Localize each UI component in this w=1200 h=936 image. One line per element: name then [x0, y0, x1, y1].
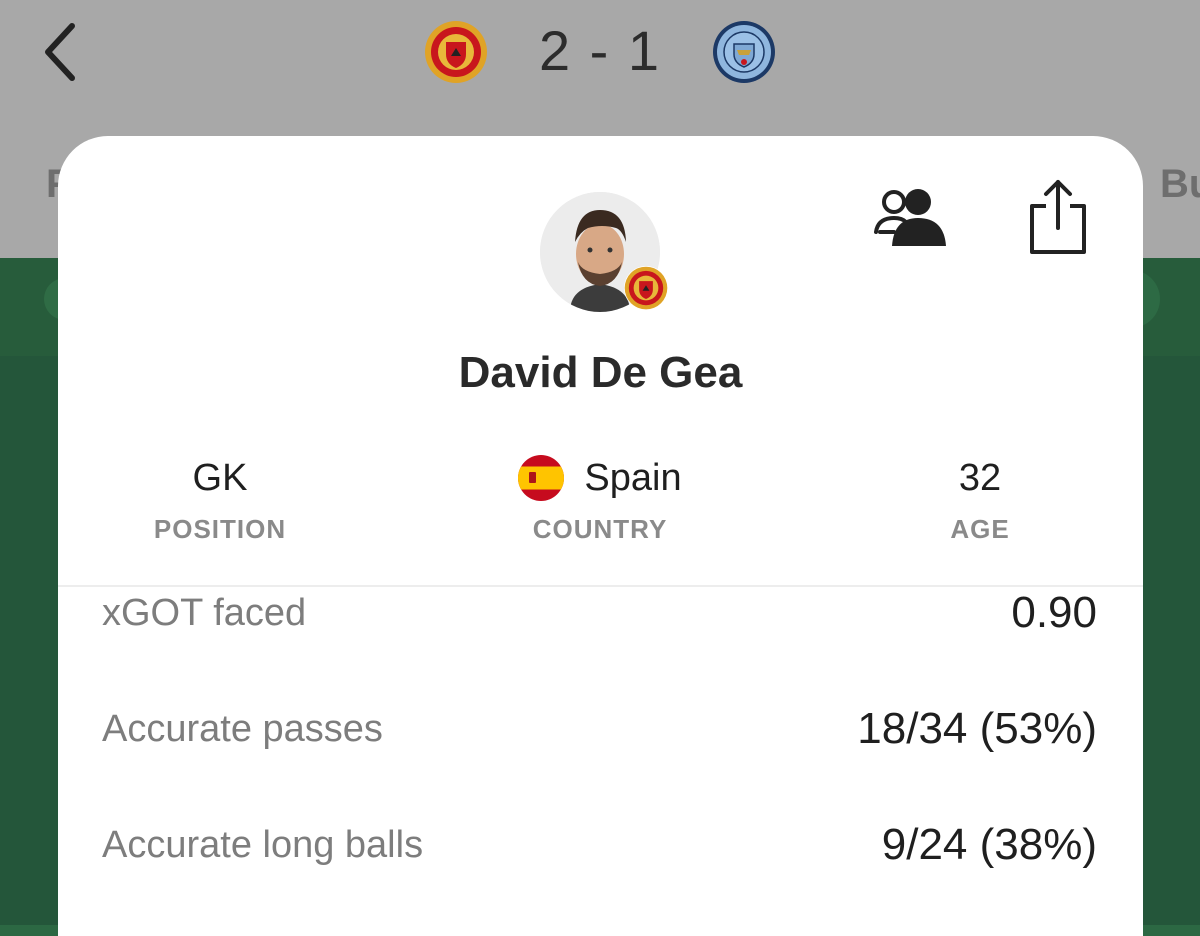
stat-label: xGOT faced [102, 591, 307, 634]
country-value-row: Spain [470, 454, 730, 502]
compare-players-button[interactable] [872, 186, 948, 250]
stat-value: 0.90 [1011, 588, 1097, 637]
background-tab-right: Bu [1160, 162, 1200, 206]
match-score: 2 - 1 [538, 19, 662, 82]
stat-row: Accurate passes 18/34 (53%) [102, 704, 1097, 754]
country-label: COUNTRY [532, 514, 668, 544]
position-label: POSITION [153, 514, 287, 544]
manchester-city-crest-icon [713, 21, 775, 83]
away-team-crest[interactable] [712, 20, 776, 84]
spain-flag-icon [518, 455, 565, 501]
stat-value: 18/34 (53%) [857, 704, 1097, 753]
share-button[interactable] [1026, 178, 1090, 256]
player-detail-sheet: David De Gea GK POSITION Spain COUNTRY 3… [58, 136, 1143, 936]
age-value: 32 [958, 457, 1002, 499]
people-compare-icon [874, 189, 946, 246]
stat-row: Accurate long balls 9/24 (38%) [102, 820, 1097, 870]
country-info: Spain COUNTRY [470, 454, 730, 545]
manchester-united-crest-icon [624, 266, 668, 310]
manchester-united-crest-icon [425, 21, 487, 83]
age-info: 32 AGE [850, 454, 1110, 545]
position-info: GK POSITION [90, 454, 350, 545]
team-badge [624, 266, 668, 310]
position-value: GK [192, 457, 248, 499]
country-value: Spain [584, 457, 682, 499]
stat-row: xGOT faced 0.90 [102, 588, 1097, 638]
age-label: AGE [950, 514, 1010, 544]
share-icon [1030, 180, 1086, 254]
home-team-crest[interactable] [424, 20, 488, 84]
chevron-left-icon [45, 23, 75, 81]
back-button[interactable] [30, 20, 90, 84]
stat-value: 9/24 (38%) [881, 820, 1097, 869]
stat-label: Accurate passes [102, 707, 383, 750]
stat-label: Accurate long balls [102, 823, 424, 866]
section-divider [58, 585, 1143, 587]
player-name: David De Gea [458, 348, 743, 397]
